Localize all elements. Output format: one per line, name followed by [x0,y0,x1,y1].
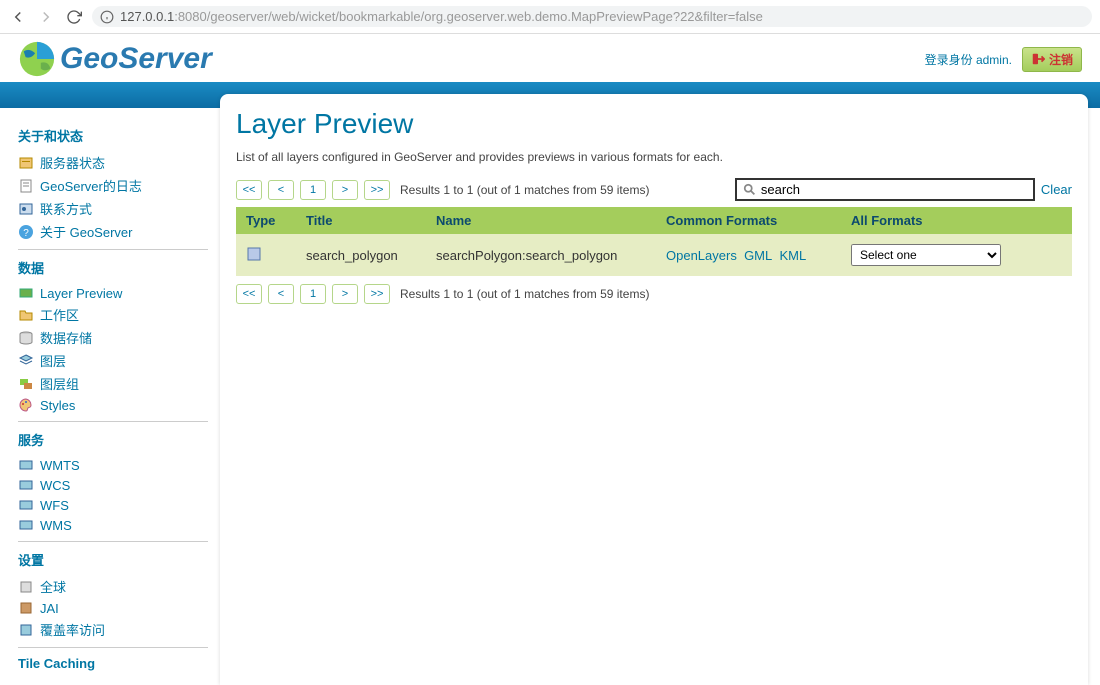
logo[interactable]: GeoServer [18,40,212,78]
sidebar-item-layers[interactable]: 图层 [18,349,212,372]
pager-prev[interactable]: < [268,284,294,304]
pager-last[interactable]: >> [364,284,390,304]
gml-link[interactable]: GML [744,248,772,263]
pager-prev[interactable]: < [268,180,294,200]
palette-icon [18,397,34,413]
clear-link[interactable]: Clear [1041,182,1072,197]
sidebar-item-wmts[interactable]: WMTS [18,455,212,475]
pager-info: Results 1 to 1 (out of 1 matches from 59… [400,287,649,301]
page-header: GeoServer 登录身份 admin. 注销 [0,34,1100,82]
sidebar-item-global[interactable]: 全球 [18,575,212,598]
col-all: All Formats [841,207,1072,234]
log-icon [18,178,34,194]
sidebar-section-data: 数据 [18,258,212,277]
sidebar-item-jai[interactable]: JAI [18,598,212,618]
database-icon [18,330,34,346]
sidebar-item-coverage[interactable]: 覆盖率访问 [18,618,212,641]
col-name[interactable]: Name [426,207,656,234]
sidebar-item-contact[interactable]: 联系方式 [18,197,212,220]
status-icon [18,155,34,171]
globe-icon [18,40,56,78]
sidebar-item-stores[interactable]: 数据存储 [18,326,212,349]
sidebar-item-server-status[interactable]: 服务器状态 [18,151,212,174]
openlayers-link[interactable]: OpenLayers [666,248,737,263]
search-icon [743,183,757,197]
layer-preview-icon [18,285,34,301]
pager-page[interactable]: 1 [300,284,326,304]
coverage-icon [18,622,34,638]
search-input[interactable] [761,182,1027,197]
pager-last[interactable]: >> [364,180,390,200]
page-title: Layer Preview [236,108,1072,140]
contact-icon [18,201,34,217]
layers-icon [18,353,34,369]
format-select[interactable]: Select one [851,244,1001,266]
kml-link[interactable]: KML [779,248,806,263]
sidebar-item-layer-preview[interactable]: Layer Preview [18,283,212,303]
service-icon [18,517,34,533]
service-icon [18,477,34,493]
sidebar-item-styles[interactable]: Styles [18,395,212,415]
service-icon [18,457,34,473]
sidebar-item-logs[interactable]: GeoServer的日志 [18,174,212,197]
pager-info: Results 1 to 1 (out of 1 matches from 59… [400,183,649,197]
pager-first[interactable]: << [236,284,262,304]
pager-next[interactable]: > [332,284,358,304]
col-type[interactable]: Type [236,207,296,234]
forward-button[interactable] [36,7,56,27]
brand-text: GeoServer [60,42,212,76]
pager-page[interactable]: 1 [300,180,326,200]
service-icon [18,497,34,513]
sidebar-item-wms[interactable]: WMS [18,515,212,535]
table-row: search_polygon searchPolygon:search_poly… [236,234,1072,276]
sidebar-section-tile-caching: Tile Caching [18,656,212,671]
svg-text:?: ? [23,228,29,239]
pager-top: << < 1 > >> Results 1 to 1 (out of 1 mat… [236,178,1072,201]
help-icon: ? [18,224,34,240]
sidebar: 关于和状态 服务器状态 GeoServer的日志 联系方式 ?关于 GeoSer… [0,108,220,685]
row-name: searchPolygon:search_polygon [426,234,656,276]
sidebar-item-about[interactable]: ?关于 GeoServer [18,220,212,243]
sidebar-section-settings: 设置 [18,550,212,569]
pager-bottom: << < 1 > >> Results 1 to 1 (out of 1 mat… [236,284,1072,304]
sidebar-item-workspaces[interactable]: 工作区 [18,303,212,326]
pager-first[interactable]: << [236,180,262,200]
page-description: List of all layers configured in GeoServ… [236,150,1072,164]
jai-icon [18,600,34,616]
browser-toolbar: 127.0.0.1:8080/geoserver/web/wicket/book… [0,0,1100,34]
login-status: 登录身份 admin. [925,51,1012,68]
settings-icon [18,579,34,595]
folder-icon [18,307,34,323]
back-button[interactable] [8,7,28,27]
sidebar-item-wcs[interactable]: WCS [18,475,212,495]
logout-button[interactable]: 注销 [1022,47,1082,72]
polygon-type-icon [246,246,262,262]
sidebar-item-layer-groups[interactable]: 图层组 [18,372,212,395]
main-content: Layer Preview List of all layers configu… [220,94,1088,685]
sidebar-item-wfs[interactable]: WFS [18,495,212,515]
layer-table: Type Title Name Common Formats All Forma… [236,207,1072,276]
layer-group-icon [18,376,34,392]
url-text: 127.0.0.1:8080/geoserver/web/wicket/book… [120,9,763,24]
logout-icon [1031,52,1045,66]
row-title: search_polygon [296,234,426,276]
sidebar-section-about: 关于和状态 [18,126,212,145]
col-common: Common Formats [656,207,841,234]
search-box[interactable] [735,178,1035,201]
address-bar[interactable]: 127.0.0.1:8080/geoserver/web/wicket/book… [92,6,1092,27]
info-icon [100,10,114,24]
sidebar-section-services: 服务 [18,430,212,449]
pager-next[interactable]: > [332,180,358,200]
reload-button[interactable] [64,7,84,27]
col-title[interactable]: Title [296,207,426,234]
